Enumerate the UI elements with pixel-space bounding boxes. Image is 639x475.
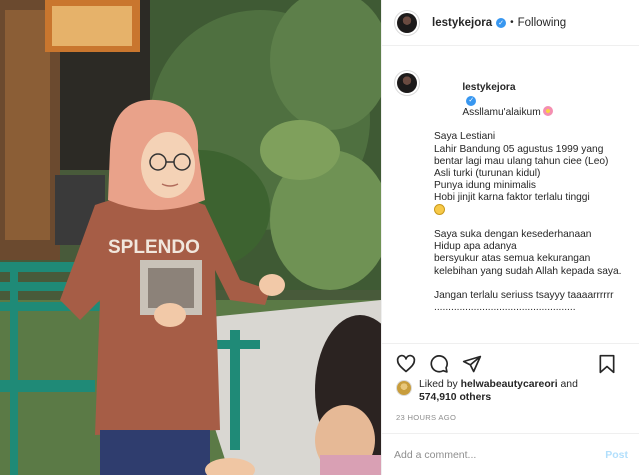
post-panel: lestykejora ✓ • Following lestykejora ✓ … [381,0,639,475]
caption-greeting: Assllamu'alaikum [462,107,541,119]
svg-text:SPLENDO: SPLENDO [108,237,200,258]
author-avatar[interactable] [394,9,420,36]
caption-line: Hobi jinjit karna faktor terlalu tinggi [434,191,590,203]
caption-username[interactable]: lestykejora [462,82,515,93]
likes-connector: and [560,379,578,390]
caption-line: Lahir Bandung 05 agustus 1999 yang benta… [434,143,609,167]
caption-line [434,278,628,290]
caption-line: Punya idung minimalis [434,179,536,191]
bookmark-icon[interactable] [596,353,618,375]
header-separator: • [510,17,514,28]
comment-box: Post [382,433,639,475]
post-comment-button[interactable]: Post [605,449,628,461]
caption-line [434,217,628,229]
comment-input[interactable] [394,448,606,461]
caption-avatar[interactable] [394,70,420,96]
post-timestamp[interactable]: 23 HOURS AGO [396,413,456,422]
post-photo[interactable]: SPLENDO [0,0,381,475]
post-photo-illustration: SPLENDO [0,0,381,475]
flower-emoji-icon [542,106,553,117]
verified-badge-icon: ✓ [496,17,507,28]
caption-row: lestykejora ✓ Assllamu'alaikum Saya Lest… [394,70,628,314]
comment-icon[interactable] [428,353,450,375]
caption-line: Jangan terlalu seriuss tsayyy taaaarrrrr… [434,289,614,301]
caption-line: bersyukur atas semua kekurangan kelebiha… [434,253,622,277]
likes-count[interactable]: 574,910 others [419,392,491,403]
caption-line: Saya Lestiani [434,131,496,143]
caption-text: lestykejora ✓ Assllamu'alaikum Saya Lest… [434,70,628,314]
liker-avatar[interactable] [396,380,412,396]
caption-line: Asli turki (turunan kidul) [434,167,541,179]
author-username[interactable]: lestykejora [432,17,492,29]
likes-summary: Liked by helwabeautycareori and 574,910 … [396,378,578,404]
grimace-emoji-icon [434,204,445,216]
share-icon[interactable] [461,353,483,375]
heart-icon[interactable] [395,353,417,375]
caption-scroll-area[interactable]: lestykejora ✓ Assllamu'alaikum Saya Lest… [382,46,639,343]
caption-line: ........................................… [434,301,576,313]
likes-prefix: Liked by [419,379,458,390]
post-header: lestykejora ✓ • Following [382,0,639,46]
caption-verified-badge-icon: ✓ [466,96,477,107]
following-button[interactable]: Following [518,17,567,29]
liker-username[interactable]: helwabeautycareori [461,379,558,390]
caption-line: Hidup apa adanya [434,241,517,253]
caption-line: Saya suka dengan kesederhanaan [434,229,592,241]
